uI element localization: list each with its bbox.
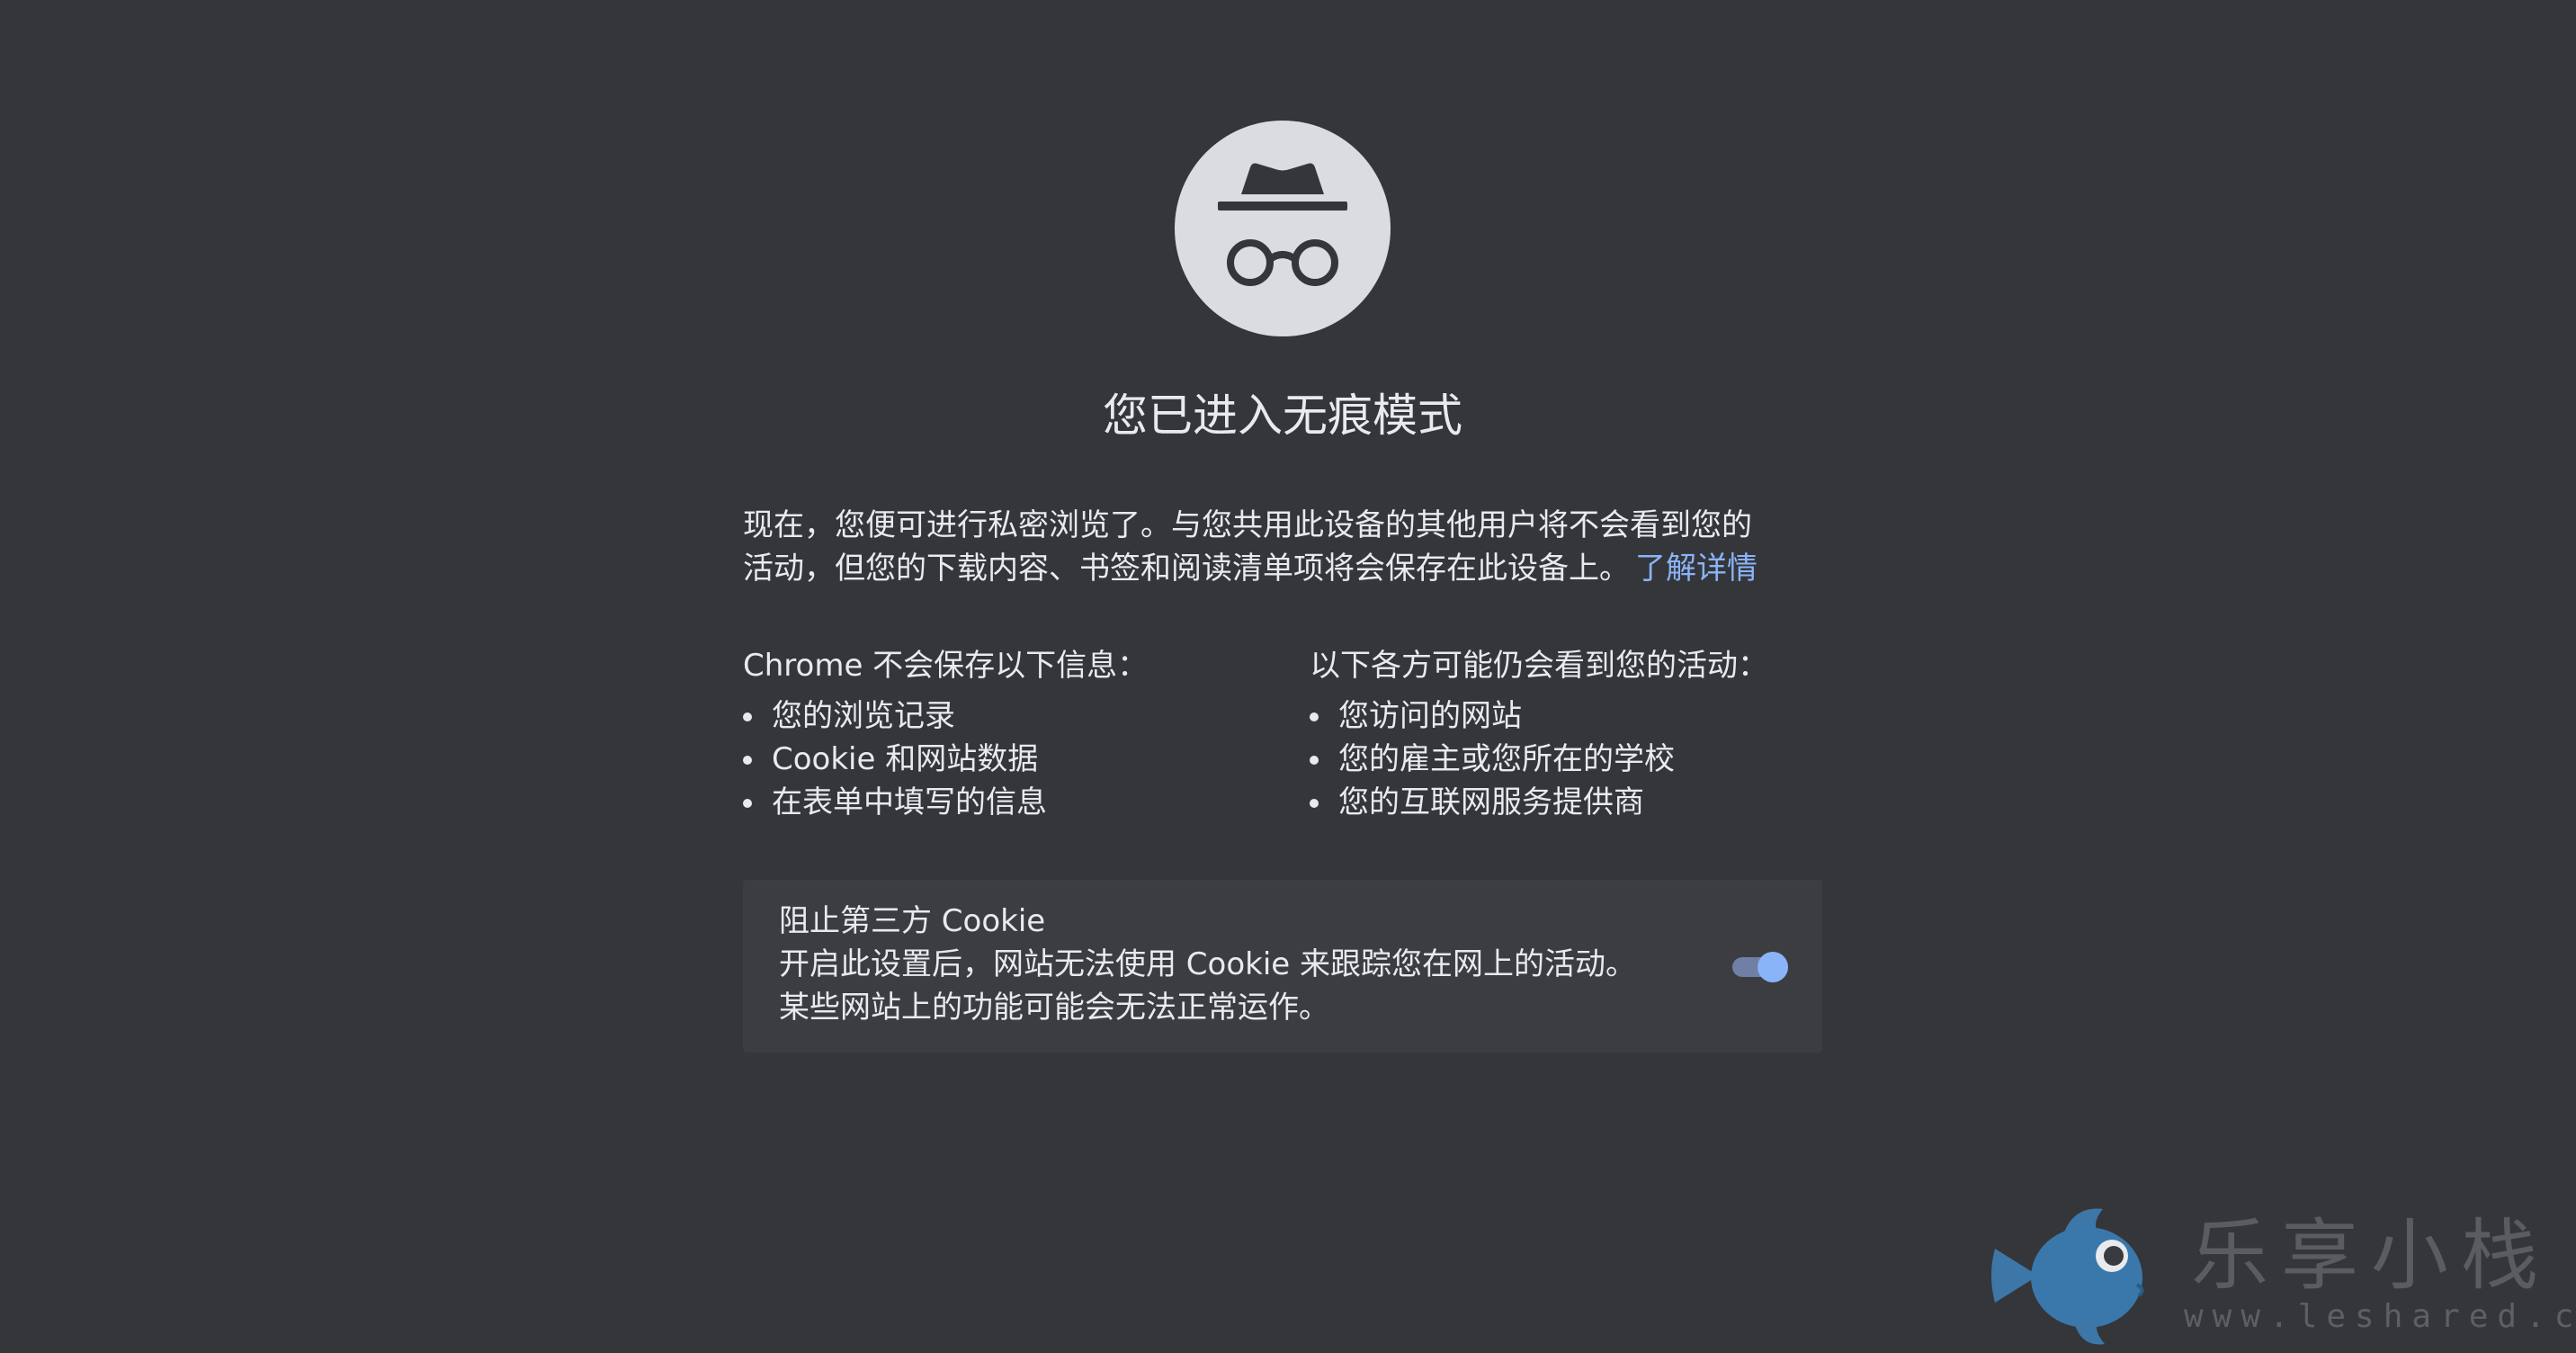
not-saved-list: 您的浏览记录 Cookie 和网站数据 在表单中填写的信息 [743,694,1283,824]
not-saved-heading: Chrome 不会保存以下信息： [743,648,1149,684]
not-saved-column: Chrome 不会保存以下信息： 您的浏览记录 Cookie 和网站数据 在表单… [743,644,1283,824]
still-visible-column: 以下各方可能仍会看到您的活动： 您访问的网站 您的雇主或您所在的学校 您的互联网… [1310,644,1849,824]
list-item: 您的雇主或您所在的学校 [1310,738,1849,781]
cookie-card-desc-2: 某些网站上的功能可能会无法正常运作。 [779,990,1329,1026]
list-item: Cookie 和网站数据 [743,738,1283,781]
list-item: 您的互联网服务提供商 [1310,781,1849,824]
intro-paragraph: 现在，您便可进行私密浏览了。与您共用此设备的其他用户将不会看到您的 活动，但您的… [743,504,1822,590]
watermark-url: www.leshared.com [2184,1298,2576,1335]
cookie-card-desc-1: 开启此设置后，网站无法使用 Cookie 来跟踪您在网上的活动。 [779,946,1637,982]
still-visible-heading: 以下各方可能仍会看到您的活动： [1310,648,1768,684]
new-tab-page: 您已进入无痕模式 现在，您便可进行私密浏览了。与您共用此设备的其他用户将不会看到… [0,0,2576,1353]
still-visible-list: 您访问的网站 您的雇主或您所在的学校 您的互联网服务提供商 [1310,694,1849,824]
cookie-card-text: 阻止第三方 Cookie 开启此设置后，网站无法使用 Cookie 来跟踪您在网… [779,900,1636,1029]
watermark-text: 乐享小栈 [2191,1211,2551,1301]
block-cookies-toggle[interactable] [1731,950,1788,982]
list-item: 您访问的网站 [1310,694,1849,738]
list-item: 在表单中填写的信息 [743,781,1283,824]
intro-line-1: 现在，您便可进行私密浏览了。与您共用此设备的其他用户将不会看到您的 [743,507,1752,543]
watermark: 乐享小栈 www.leshared.com [1988,1196,2576,1353]
cookie-card-title: 阻止第三方 Cookie [779,903,1046,939]
intro-line-2-text: 活动，但您的下载内容、书签和阅读清单项将会保存在此设备上。 [743,551,1630,587]
toggle-knob [1758,952,1788,982]
page-title: 您已进入无痕模式 [1103,390,1462,442]
intro-line-2: 活动，但您的下载内容、书签和阅读清单项将会保存在此设备上。 了解详情 [743,547,1822,590]
learn-more-link[interactable]: 了解详情 [1635,551,1758,587]
incognito-icon [1175,121,1391,336]
third-party-cookie-card: 阻止第三方 Cookie 开启此设置后，网站无法使用 Cookie 来跟踪您在网… [743,880,1822,1053]
list-item: 您的浏览记录 [743,694,1283,738]
fish-logo-icon [1991,1208,2144,1345]
